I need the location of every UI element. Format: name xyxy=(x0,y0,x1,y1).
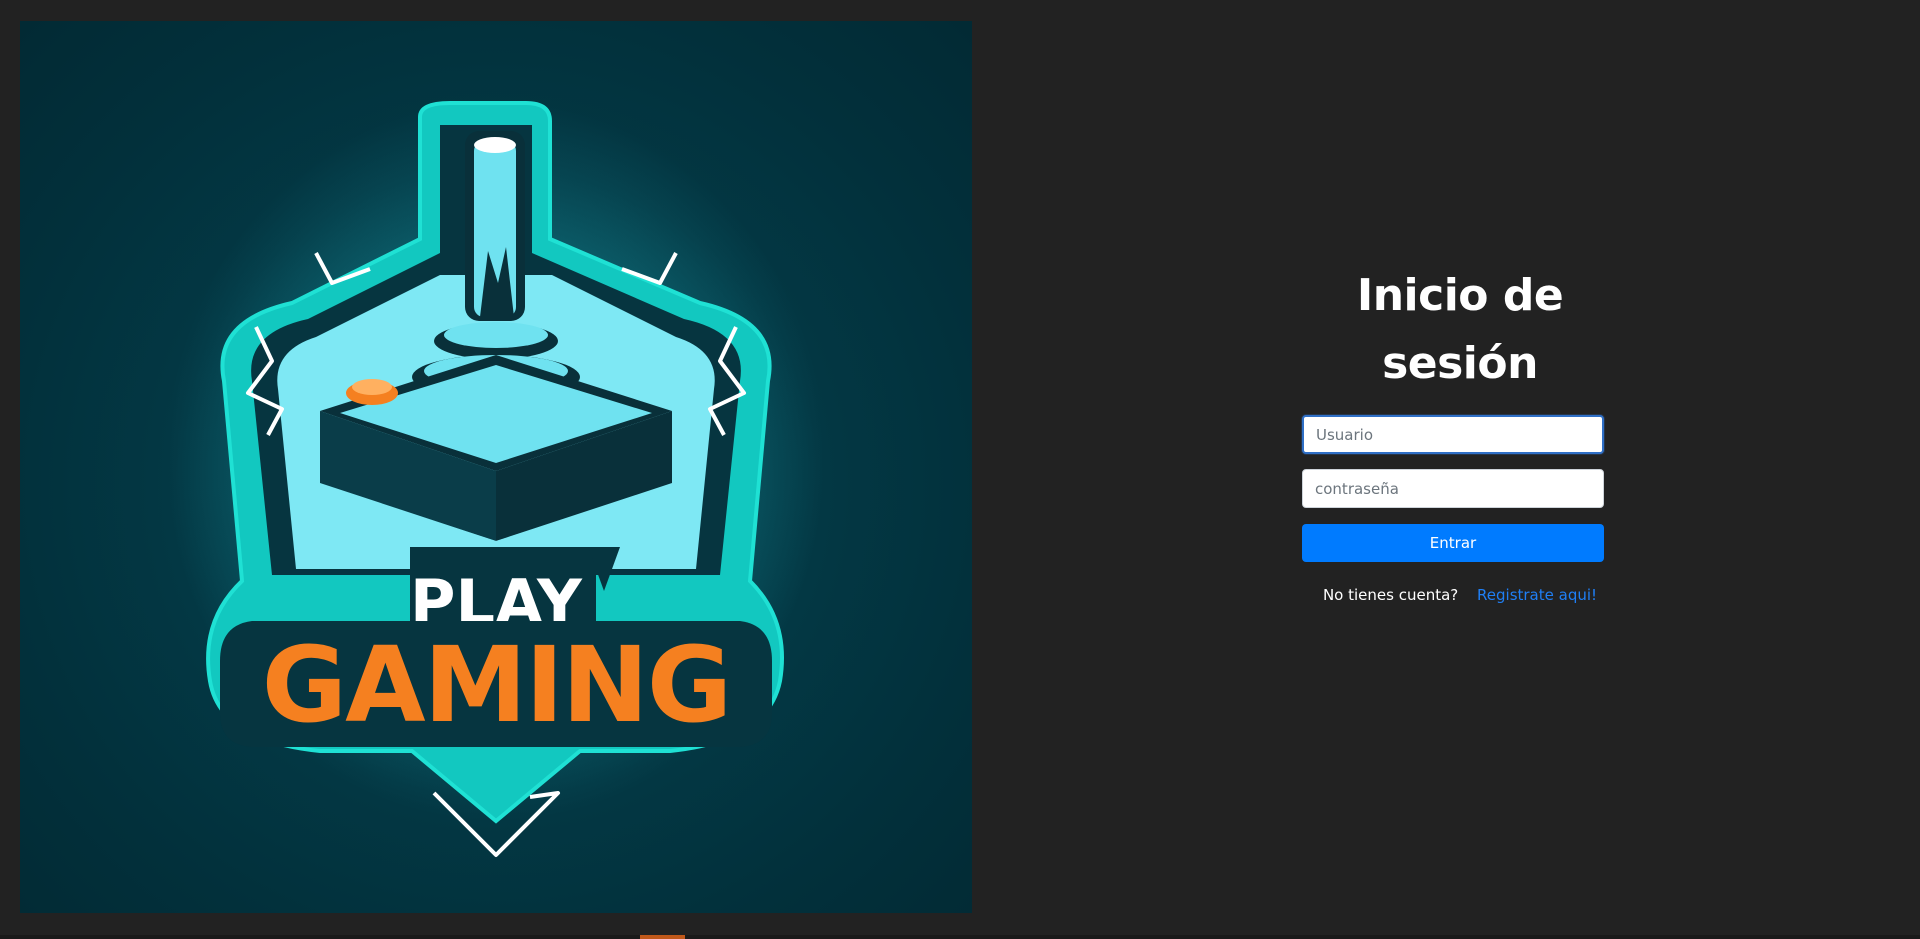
signup-prompt: No tienes cuenta? Registrate aqui! xyxy=(1280,586,1640,604)
taskbar-indicator xyxy=(640,935,685,939)
signup-question: No tienes cuenta? xyxy=(1322,586,1459,604)
logo-gaming-text: GAMING xyxy=(262,624,730,746)
hero-image: PLAY GAMING xyxy=(20,21,972,913)
login-page: PLAY GAMING Inicio de sesión Entrar No t… xyxy=(0,0,1920,939)
login-panel: Inicio de sesión Entrar No tienes cuenta… xyxy=(1280,262,1640,604)
password-input[interactable] xyxy=(1302,469,1604,508)
username-input[interactable] xyxy=(1302,415,1604,454)
page-title: Inicio de sesión xyxy=(1356,270,1564,389)
login-button[interactable]: Entrar xyxy=(1302,524,1604,562)
play-gaming-logo: PLAY GAMING xyxy=(166,101,826,857)
signup-link[interactable]: Registrate aqui! xyxy=(1477,586,1597,604)
bottom-strip xyxy=(0,935,1920,939)
